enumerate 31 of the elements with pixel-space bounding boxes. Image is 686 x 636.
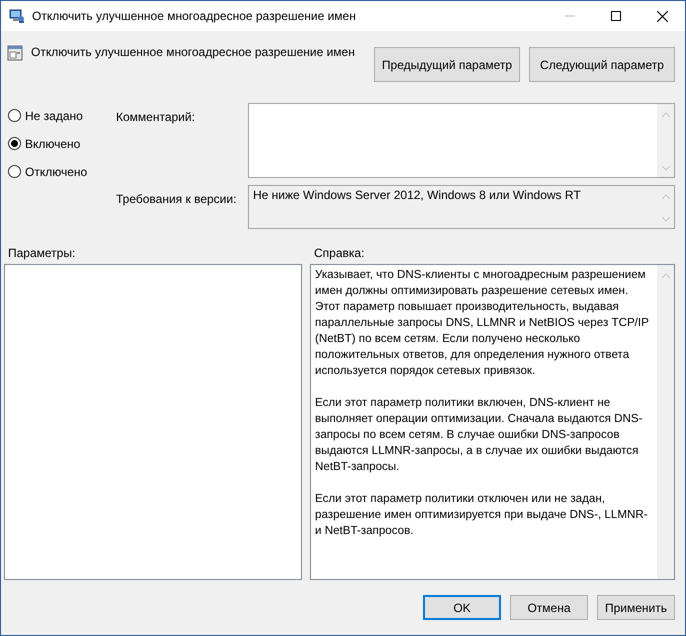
- radio-label[interactable]: Включено: [25, 136, 80, 150]
- scroll-up-icon: [662, 273, 670, 278]
- help-label: Справка:: [314, 246, 364, 262]
- radio-button[interactable]: [8, 109, 21, 122]
- scroll-down-icon: [662, 166, 670, 171]
- window-title: Отключить улучшенное многоадресное разрешение имен: [32, 9, 357, 23]
- help-paragraph: Если этот параметр политики включен, DNS-клиент не выполняет операции оптимизации. Сначала выдаются DNS- запросы по всем сетям. В случае ошибки DNS-запросов выдаются LLMNR-запросы, а в случае их ошибки выдаются NetBT-запросы.: [315, 395, 644, 475]
- radio-button[interactable]: [8, 165, 21, 178]
- options-label: Параметры:: [7, 246, 76, 262]
- policy-icon: [7, 45, 23, 61]
- help-paragraph: Указывает, что DNS-клиенты с многоадресным разрешением имен должны оптимизировать разрешение сетевых имен. Этот параметр повышает производительность, выдавая параллельные запросы DNS, LLMNR и NetBIOS через TCP/IP (NetBT) по всем сетям. Если получено несколько положительных ответов, для определения нужного ответа используется порядок сетевых привязок.: [315, 267, 650, 379]
- comment-field[interactable]: [248, 103, 675, 178]
- scroll-down-icon: [662, 217, 670, 222]
- dialog-button[interactable]: Отмена: [510, 595, 588, 620]
- dialog-button[interactable]: OK: [423, 595, 501, 620]
- requirements-label: Требования к версии:: [116, 191, 238, 208]
- radio-label[interactable]: Отключено: [25, 164, 88, 178]
- policy-name: Отключить улучшенное многоадресное разрешение имен: [31, 45, 356, 59]
- close-icon: [656, 10, 668, 22]
- requirements-text: Не ниже Windows Server 2012, Windows 8 или Windows RT: [253, 188, 581, 202]
- maximize-icon: [611, 11, 621, 21]
- dialog-button[interactable]: Применить: [597, 595, 675, 620]
- scroll-up-icon: [662, 194, 670, 199]
- help-paragraph: Если этот параметр политики отключен или не задан, разрешение имен оптимизируется при выдаче DNS-, LLMNR- и NetBT-запросов.: [315, 491, 649, 539]
- radio-button[interactable]: [8, 137, 21, 150]
- nav-button[interactable]: Предыдущий параметр: [374, 47, 520, 82]
- comment-label: Комментарий:: [116, 109, 196, 126]
- scroll-up-icon: [662, 112, 670, 117]
- nav-button[interactable]: Следующий параметр: [529, 47, 675, 82]
- radio-label[interactable]: Не задано: [25, 108, 83, 122]
- computer-icon: [9, 8, 25, 24]
